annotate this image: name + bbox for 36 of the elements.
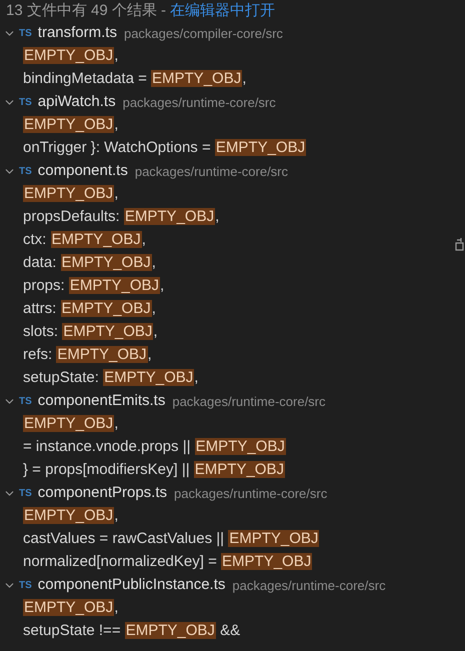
file-row[interactable]: TS apiWatch.ts packages/runtime-core/src — [0, 91, 465, 114]
file-name: componentEmits.ts — [38, 391, 166, 412]
file-name: apiWatch.ts — [38, 92, 116, 112]
file-row[interactable]: TS componentPublicInstance.ts packages/runtime-core/src — [0, 574, 465, 597]
file-path: packages/runtime-core/src — [122, 94, 276, 112]
file-type-label: TS — [19, 96, 32, 110]
match-line[interactable]: setupState: EMPTY_OBJ, — [23, 367, 198, 390]
file-name: componentProps.ts — [38, 483, 168, 504]
results-summary: 13 文件中有 49 个结果 - — [6, 0, 166, 21]
file-name: componentPublicInstance.ts — [38, 575, 226, 596]
file-row[interactable]: TS component.ts packages/runtime-core/src — [0, 160, 465, 183]
open-in-editor-link[interactable]: 在编辑器中打开 — [170, 0, 276, 22]
match-line[interactable]: onTrigger }: WatchOptions = EMPTY_OBJ — [23, 137, 306, 160]
match-line[interactable]: bindingMetadata = EMPTY_OBJ, — [23, 68, 246, 91]
file-type-label: TS — [19, 579, 32, 593]
file-type-label: TS — [19, 165, 32, 179]
file-path: packages/runtime-core/src — [232, 576, 386, 595]
file-row[interactable]: TS componentProps.ts packages/runtime-core/src — [0, 482, 465, 505]
file-name: component.ts — [38, 161, 128, 182]
match-line[interactable]: setupState !== EMPTY_OBJ && — [23, 620, 240, 643]
file-name: transform.ts — [38, 23, 117, 44]
file-path: packages/runtime-core/src — [134, 162, 288, 181]
match-line[interactable]: propsDefaults: EMPTY_OBJ, — [23, 206, 220, 229]
match-line[interactable]: castValues = rawCastValues || EMPTY_OBJ — [23, 528, 320, 551]
file-type-label: TS — [19, 27, 32, 41]
match-line[interactable]: normalized[normalizedKey] = EMPTY_OBJ — [23, 551, 312, 574]
file-path: packages/runtime-core/src — [174, 484, 328, 503]
match-line[interactable]: = instance.vnode.props || EMPTY_OBJ — [23, 436, 286, 459]
file-row[interactable]: TS transform.ts packages/compiler-core/src — [0, 22, 465, 45]
match-line[interactable]: props: EMPTY_OBJ, — [23, 275, 164, 298]
file-row[interactable]: TS componentEmits.ts packages/runtime-core/src — [0, 390, 465, 413]
file-path: packages/compiler-core/src — [124, 24, 283, 43]
file-type-label: TS — [19, 395, 32, 409]
file-path: packages/runtime-core/src — [172, 392, 326, 411]
file-type-label: TS — [19, 487, 32, 501]
match-line[interactable]: } = props[modifiersKey] || EMPTY_OBJ — [23, 459, 285, 482]
